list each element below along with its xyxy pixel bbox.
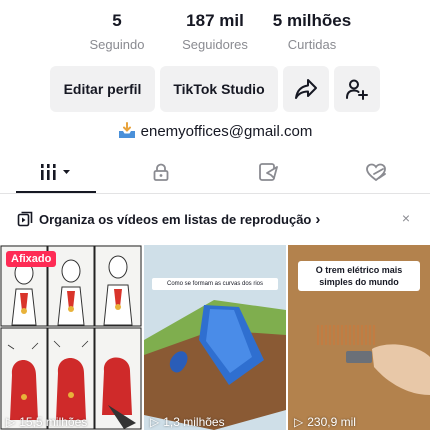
video-thumbnail[interactable]: Afixado ▷ 15,5 milhões — [0, 245, 142, 430]
stat-following-value: 5 — [112, 11, 122, 30]
video-views-count: 15,5 milhões — [19, 415, 88, 429]
river-thumbnail-image — [144, 245, 286, 430]
profile-stats: 5 Seguindo 187 mil Seguidores 5 milhões … — [0, 10, 430, 60]
pinned-badge: Afixado — [6, 251, 57, 267]
video-views: ▷ 1,3 milhões — [150, 415, 225, 429]
stat-likes-value: 5 milhões — [272, 11, 352, 30]
video-views: ▷ 230,9 mil — [294, 415, 356, 429]
playlist-banner-text: Organiza os vídeos em listas de reproduç… — [39, 211, 312, 227]
lock-icon — [153, 163, 169, 181]
play-icon: ▷ — [150, 415, 160, 429]
video-views-count: 230,9 mil — [307, 415, 356, 429]
stat-followers[interactable]: 187 mil Seguidores — [170, 10, 260, 54]
edit-profile-button[interactable]: Editar perfil — [50, 66, 155, 112]
profile-bio: enemyoffices@gmail.com — [0, 120, 430, 142]
share-arrow-icon — [295, 79, 317, 99]
video-views-count: 1,3 milhões — [163, 415, 225, 429]
add-user-icon — [346, 79, 368, 100]
inbox-tray-icon — [118, 122, 135, 138]
repost-icon — [259, 163, 278, 181]
active-tab-indicator — [16, 191, 96, 193]
playlist-icon — [17, 211, 33, 227]
profile-email[interactable]: enemyoffices@gmail.com — [141, 123, 313, 140]
playlist-banner[interactable]: Organiza os vídeos em listas de reproduç… — [0, 204, 430, 234]
stat-followers-value: 187 mil — [186, 11, 244, 30]
close-icon[interactable]: × — [402, 210, 410, 226]
share-profile-button[interactable] — [283, 66, 329, 112]
content-tabs — [0, 150, 430, 194]
stat-following[interactable]: 5 Seguindo — [78, 10, 156, 54]
video-caption: O trem elétrico mais simples do mundo — [298, 261, 420, 291]
tab-videos[interactable] — [16, 150, 96, 194]
stat-likes-label: Curtidas — [287, 37, 337, 52]
video-grid: Afixado ▷ 15,5 milhões Como se formam as… — [0, 245, 430, 430]
stat-likes[interactable]: 5 milhões Curtidas — [262, 10, 362, 54]
stat-followers-label: Seguidores — [182, 37, 248, 52]
chevron-right-icon: › — [315, 210, 321, 228]
add-friend-button[interactable] — [334, 66, 380, 112]
comic-thumbnail-image — [0, 245, 142, 430]
liked-icon — [366, 163, 386, 182]
video-caption: Como se formam as curvas dos rios — [152, 278, 278, 290]
grid-icon — [39, 164, 70, 180]
video-views: ▷ 15,5 milhões — [6, 415, 87, 429]
play-icon: ▷ — [6, 415, 16, 429]
profile-actions: Editar perfil TikTok Studio — [0, 66, 430, 114]
play-icon: ▷ — [294, 415, 304, 429]
tab-reposts[interactable] — [229, 150, 309, 194]
tab-liked[interactable] — [336, 150, 416, 194]
tab-private[interactable] — [121, 150, 201, 194]
video-thumbnail[interactable]: O trem elétrico mais simples do mundo ▷ … — [288, 245, 430, 430]
video-thumbnail[interactable]: Como se formam as curvas dos rios ▷ 1,3 … — [144, 245, 286, 430]
stat-following-label: Seguindo — [89, 37, 145, 52]
tiktok-studio-button[interactable]: TikTok Studio — [160, 66, 278, 112]
